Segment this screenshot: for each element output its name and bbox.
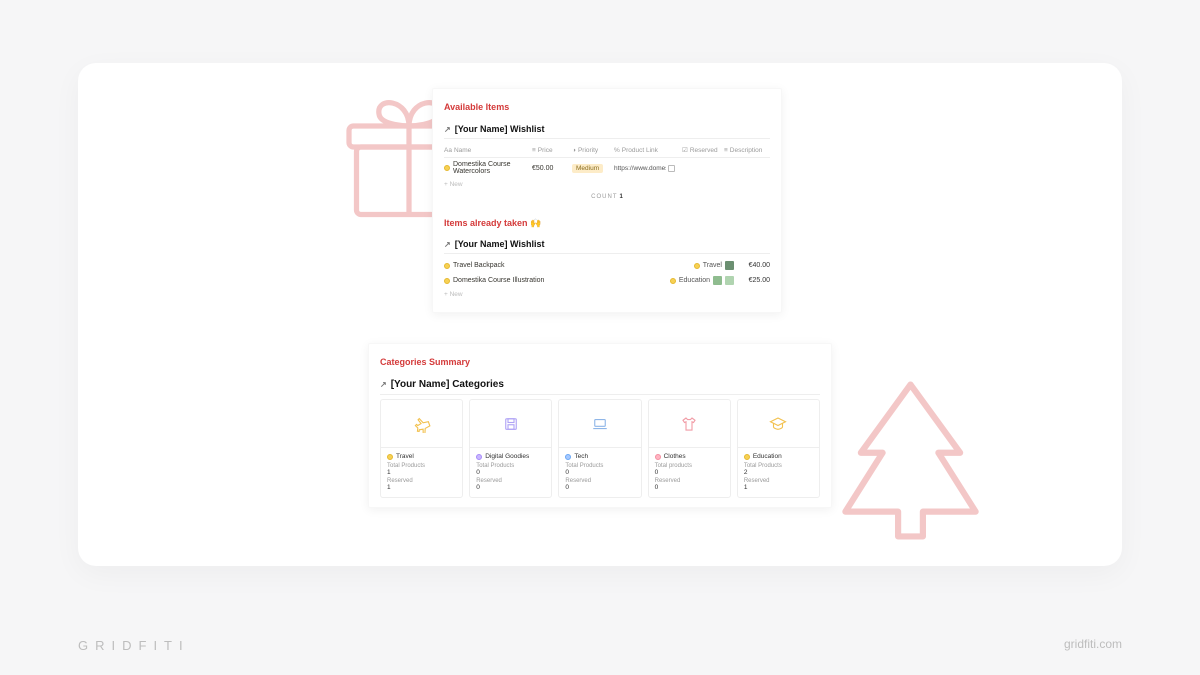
total-value: 2 (744, 469, 813, 476)
category-name: Clothes (664, 453, 686, 460)
category-card-education[interactable]: Education Total Products 2 Reserved 1 (737, 399, 820, 498)
expand-icon: ↗ (444, 125, 451, 134)
bullet-icon (565, 454, 571, 460)
category-name: Travel (396, 453, 414, 460)
new-row-button[interactable]: + New (444, 288, 770, 303)
thumbnail-icon (725, 261, 734, 270)
categories-grid: Travel Total Products 1 Reserved 1 Digit… (380, 399, 820, 498)
item-price: €40.00 (734, 262, 770, 269)
bullet-icon (387, 454, 393, 460)
wishlist-group-header[interactable]: ↗ [Your Name] Wishlist (444, 120, 770, 139)
total-value: 0 (476, 469, 545, 476)
plane-icon (413, 415, 431, 433)
total-value: 0 (565, 469, 634, 476)
expand-icon: ↗ (444, 240, 451, 249)
category-card-travel[interactable]: Travel Total Products 1 Reserved 1 (380, 399, 463, 498)
categories-group-title: [Your Name] Categories (391, 379, 504, 390)
bullet-icon (444, 165, 450, 171)
bullet-icon (476, 454, 482, 460)
product-link[interactable]: https://www.domes (614, 165, 666, 172)
item-name: Travel Backpack (453, 262, 504, 269)
item-category: Education (670, 276, 734, 285)
thumbnail-icon (713, 276, 722, 285)
col-link[interactable]: % Product Link (614, 146, 682, 154)
item-category: Travel (694, 261, 734, 270)
bullet-icon (744, 454, 750, 460)
shirt-icon (680, 415, 698, 433)
col-price[interactable]: ≡ Price (532, 146, 572, 154)
bullet-icon (444, 263, 450, 269)
items-taken-heading: Items already taken 🙌 (444, 218, 770, 229)
table-row[interactable]: Travel Backpack Travel €40.00 (444, 258, 770, 273)
template-preview-canvas: Available Items ↗ [Your Name] Wishlist A… (78, 63, 1122, 566)
total-value: 0 (655, 469, 724, 476)
col-name[interactable]: Aa Name (444, 146, 532, 154)
item-name: Domestika Course Watercolors (453, 161, 532, 175)
new-row-button[interactable]: + New (444, 178, 770, 193)
graduation-icon (769, 415, 787, 433)
reserved-value: 0 (655, 484, 724, 491)
category-name: Education (753, 453, 782, 460)
categories-panel: Categories Summary ↗ [Your Name] Categor… (368, 343, 832, 508)
col-reserved[interactable]: ☑ Reserved (682, 146, 724, 154)
total-value: 1 (387, 469, 456, 476)
count-summary: COUNT1 (444, 193, 770, 204)
table-header-row: Aa Name ≡ Price ◑ Priority % Product Lin… (444, 143, 770, 158)
reserved-value: 1 (387, 484, 456, 491)
table-row[interactable]: Domestika Course Illustration Education … (444, 273, 770, 288)
brand-logo: GRIDFITI (78, 638, 190, 653)
item-price: €25.00 (734, 277, 770, 284)
col-description[interactable]: ≡ Description (724, 146, 770, 154)
expand-icon: ↗ (380, 380, 387, 389)
priority-tag: Medium (572, 164, 603, 173)
available-items-heading: Available Items (444, 102, 770, 112)
wishlist-group-title: [Your Name] Wishlist (455, 124, 545, 134)
taken-group-title: [Your Name] Wishlist (455, 239, 545, 249)
item-name: Domestika Course Illustration (453, 277, 544, 284)
reserved-value: 1 (744, 484, 813, 491)
reserved-value: 0 (476, 484, 545, 491)
brand-url: gridfiti.com (1064, 637, 1122, 651)
category-name: Digital Goodies (485, 453, 529, 460)
category-card-digital-goodies[interactable]: Digital Goodies Total Products 0 Reserve… (469, 399, 552, 498)
category-card-tech[interactable]: Tech Total Products 0 Reserved 0 (558, 399, 641, 498)
open-link-icon[interactable] (668, 165, 675, 172)
bullet-icon (655, 454, 661, 460)
col-priority[interactable]: ◑ Priority (572, 146, 614, 154)
category-card-clothes[interactable]: Clothes Total products 0 Reserved 0 (648, 399, 731, 498)
thumbnail-icon (725, 276, 734, 285)
floppy-icon (502, 415, 520, 433)
bullet-icon (444, 278, 450, 284)
categories-group-header[interactable]: ↗ [Your Name] Categories (380, 375, 820, 395)
categories-heading: Categories Summary (380, 357, 820, 367)
bullet-icon (694, 263, 700, 269)
item-price: €50.00 (532, 165, 572, 172)
taken-group-header[interactable]: ↗ [Your Name] Wishlist (444, 235, 770, 254)
wishlist-panel: Available Items ↗ [Your Name] Wishlist A… (432, 88, 782, 313)
laptop-icon (591, 415, 609, 433)
bullet-icon (670, 278, 676, 284)
tree-icon (833, 373, 988, 548)
table-row[interactable]: Domestika Course Watercolors €50.00 Medi… (444, 158, 770, 178)
reserved-value: 0 (565, 484, 634, 491)
category-name: Tech (574, 453, 588, 460)
